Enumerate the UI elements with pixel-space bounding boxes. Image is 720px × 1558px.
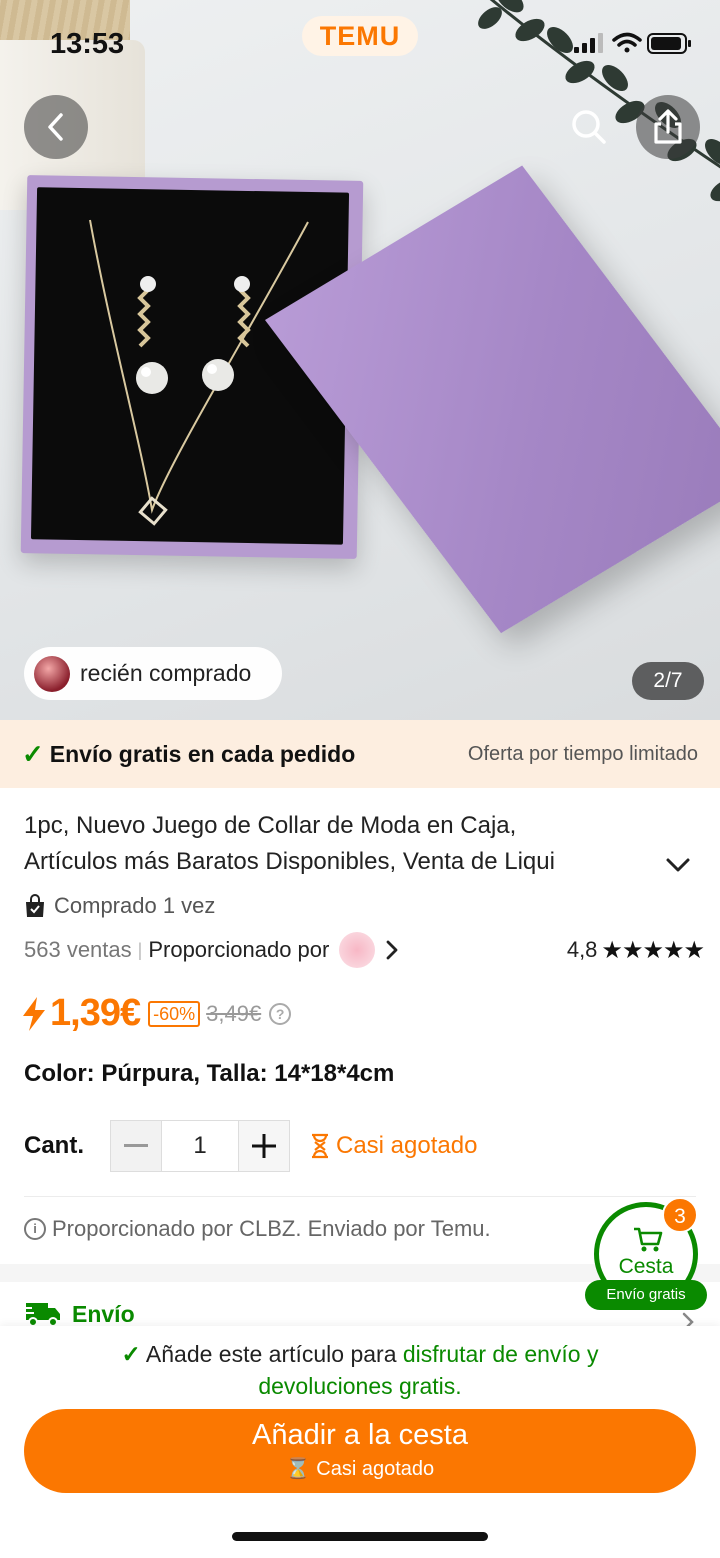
minus-icon <box>124 1144 148 1147</box>
chevron-down-icon[interactable] <box>664 852 692 878</box>
bolt-icon <box>23 996 45 1031</box>
check-icon: ✓ <box>22 738 44 769</box>
cart-count-badge: 3 <box>662 1197 698 1233</box>
cart-icon <box>634 1227 663 1252</box>
quantity-value[interactable]: 1 <box>161 1121 239 1171</box>
promo-text: Añade este artículo para <box>145 1341 403 1367</box>
battery-icon <box>647 33 691 54</box>
quantity-row: Cant. 1 Casi agotado <box>24 1120 477 1172</box>
purchase-count: Comprado 1 vez <box>24 893 215 919</box>
brand-logo[interactable]: TEMU <box>302 16 418 56</box>
home-indicator[interactable] <box>232 1532 488 1541</box>
back-icon <box>48 113 63 141</box>
seller-note-text: Proporcionado por CLBZ. Enviado por Temu… <box>52 1216 491 1241</box>
share-button[interactable] <box>636 95 700 159</box>
recent-purchase-badge: recién comprado <box>24 647 282 700</box>
stock-warning-text: Casi agotado <box>336 1132 478 1159</box>
add-to-cart-label: Añadir a la cesta <box>251 1419 468 1451</box>
clock: 13:53 <box>50 28 125 60</box>
add-to-cart-stock-text: Casi agotado <box>316 1458 435 1480</box>
truck-icon <box>24 1303 60 1327</box>
product-title[interactable]: 1pc, Nuevo Juego de Collar de Moda en Ca… <box>24 808 674 880</box>
shipping-label: Envío <box>72 1300 135 1327</box>
decrease-button[interactable] <box>111 1121 161 1171</box>
stock-warning: Casi agotado <box>310 1132 477 1160</box>
product-title-line2: Artículos más Baratos Disponibles, Venta… <box>24 848 555 875</box>
separator: | <box>137 939 143 960</box>
quantity-stepper: 1 <box>110 1120 290 1172</box>
info-icon: i <box>24 1218 46 1240</box>
plus-icon <box>252 1134 276 1158</box>
chevron-right-icon[interactable] <box>385 939 399 961</box>
promo-highlight: disfrutar de envío y <box>402 1341 599 1367</box>
avatar <box>34 655 70 692</box>
recent-purchase-label: recién comprado <box>80 660 252 686</box>
purchase-count-text: Comprado 1 vez <box>54 893 216 918</box>
wifi-icon <box>612 32 642 53</box>
seller-note[interactable]: i Proporcionado por CLBZ. Enviado por Te… <box>24 1216 491 1242</box>
provided-by-label[interactable]: Proporcionado por <box>148 937 329 963</box>
sales-row: 563 ventas | Proporcionado por 4,8 ★★★★★ <box>24 932 705 968</box>
cart-label: Cesta <box>618 1255 674 1278</box>
promo-highlight-2: devoluciones gratis. <box>258 1373 462 1399</box>
shipping-section[interactable]: Envío <box>24 1300 135 1328</box>
system-icons <box>574 32 691 54</box>
image-counter: 2/7 <box>632 662 704 700</box>
cart-free-shipping-badge: Envío gratis <box>585 1280 707 1310</box>
necklace-earrings <box>89 219 309 526</box>
add-to-cart-sublabel: ⌛ Casi agotado <box>24 1456 696 1481</box>
add-to-cart-button[interactable]: Añadir a la cesta ⌛ Casi agotado <box>24 1409 696 1493</box>
price-row: 1,39€ -60% 3,49€ ? <box>20 992 292 1035</box>
divider <box>24 1196 696 1197</box>
help-icon[interactable]: ? <box>269 1002 292 1025</box>
discount-badge: -60% <box>148 1000 201 1027</box>
search-icon <box>572 110 606 144</box>
variant-selector[interactable]: Color: Púrpura, Talla: 14*18*4cm <box>24 1060 394 1088</box>
hourglass-icon: ⌛ <box>285 1458 311 1480</box>
hourglass-icon <box>312 1133 328 1159</box>
quantity-label: Cant. <box>24 1132 84 1159</box>
increase-button[interactable] <box>239 1121 289 1171</box>
rating[interactable]: 4,8 ★★★★★ <box>566 936 705 965</box>
rating-value: 4,8 <box>566 937 598 962</box>
sales-count: 563 ventas <box>24 937 132 962</box>
product-title-line1: 1pc, Nuevo Juego de Collar de Moda en Ca… <box>24 812 517 839</box>
bag-icon <box>26 894 44 917</box>
free-shipping-banner[interactable]: ✓ Envío gratis en cada pedido Oferta por… <box>0 720 720 788</box>
store-logo[interactable] <box>339 932 376 968</box>
free-shipping-text: Envío gratis en cada pedido <box>49 740 356 767</box>
star-rating-icon: ★★★★★ <box>601 936 705 964</box>
signal-icon <box>574 33 603 53</box>
search-button[interactable] <box>557 95 621 159</box>
limited-offer-text: Oferta por tiempo limitado <box>467 742 698 765</box>
back-button[interactable] <box>24 95 88 159</box>
status-bar: 13:53 TEMU <box>0 0 720 90</box>
current-price: 1,39€ <box>50 992 141 1034</box>
free-returns-promo: ✓ Añade este artículo para disfrutar de … <box>0 1338 720 1402</box>
check-icon: ✓ <box>121 1341 141 1367</box>
original-price: 3,49€ <box>206 1000 262 1026</box>
share-icon <box>654 109 682 144</box>
